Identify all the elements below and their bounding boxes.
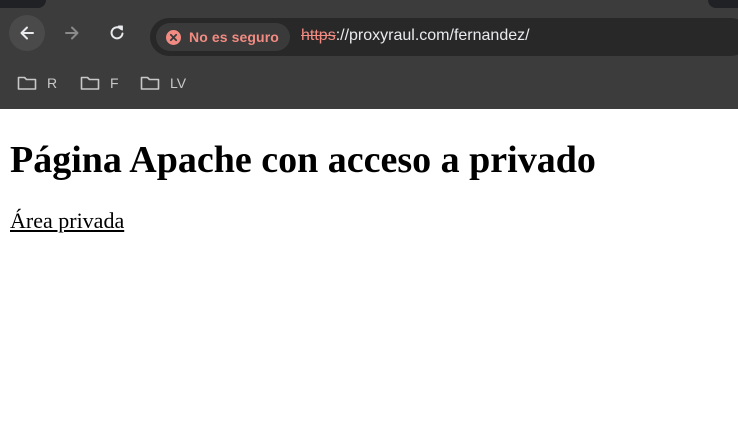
folder-icon [80,76,100,90]
reload-button[interactable] [99,15,135,51]
bookmark-folder-lv[interactable]: LV [140,72,186,94]
security-chip-label: No es seguro [189,29,279,45]
arrow-right-icon [65,26,79,40]
back-button[interactable] [9,15,45,51]
folder-icon [140,76,160,90]
address-bar[interactable]: No es seguro https://proxyraul.com/ferna… [150,18,738,56]
bookmarks-bar: R F LV [0,66,738,100]
bookmark-folder-f[interactable]: F [80,72,119,94]
security-chip[interactable]: No es seguro [156,23,290,51]
folder-icon [17,76,37,90]
tab-strip [0,0,738,8]
url-path: ://proxyraul.com/fernandez/ [335,27,530,44]
tab-strip-right [708,0,738,8]
private-area-link[interactable]: Área privada [10,208,124,234]
arrow-left-icon [20,26,34,40]
url-scheme: https [301,27,336,44]
bookmark-label: F [110,75,119,91]
page-title: Página Apache con acceso a privado [10,139,596,181]
not-secure-icon [166,29,181,45]
page-content: Página Apache con acceso a privado Área … [0,109,738,422]
tab-strip-left [0,0,46,8]
forward-button[interactable] [54,15,90,51]
bookmark-label: LV [170,75,187,91]
toolbar: No es seguro https://proxyraul.com/ferna… [0,8,738,58]
browser-chrome: No es seguro https://proxyraul.com/ferna… [0,0,738,109]
reload-icon [110,25,124,40]
bookmark-folder-r[interactable]: R [17,72,57,94]
bookmark-label: R [47,75,58,91]
url-text[interactable]: https://proxyraul.com/fernandez/ [301,27,530,45]
